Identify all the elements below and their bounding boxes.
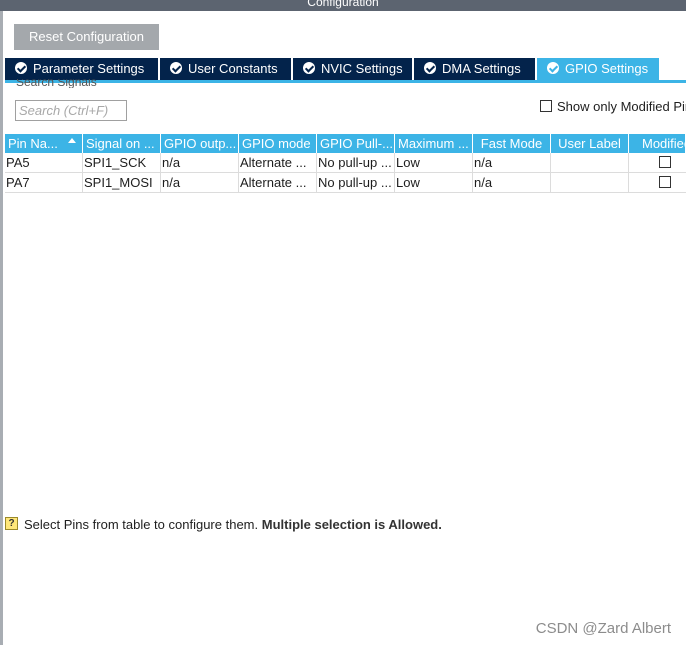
configuration-panel: Configuration Reset Configuration Parame… (0, 0, 686, 645)
column-header-label: Maximum ... (398, 136, 469, 151)
column-header-modified[interactable]: Modified (629, 134, 686, 153)
search-input[interactable] (15, 100, 127, 121)
modified-checkbox[interactable] (659, 176, 671, 188)
search-label: Search Signals (16, 79, 97, 88)
cell-gpio-output: n/a (161, 173, 239, 193)
check-circle-icon (170, 62, 182, 74)
show-modified-label: Show only Modified Pin (557, 99, 686, 114)
column-header-label: GPIO Pull-... (320, 136, 393, 151)
cell-fast-mode: n/a (473, 173, 551, 193)
window-border (0, 0, 3, 645)
show-modified-checkbox[interactable] (540, 99, 552, 112)
check-circle-icon (303, 62, 315, 74)
tab-label: NVIC Settings (321, 61, 403, 76)
cell-gpio-pull: No pull-up ... (317, 153, 395, 173)
title-bar: Configuration (0, 0, 686, 11)
table-row[interactable]: PA5 SPI1_SCK n/a Alternate ... No pull-u… (5, 153, 686, 173)
column-header-label: Signal on ... (86, 136, 155, 151)
column-header-gpio-mode[interactable]: GPIO mode (239, 134, 317, 153)
cell-maximum-speed: Low (395, 173, 473, 193)
tab-parameter-settings[interactable]: Parameter Settings (5, 58, 158, 80)
cell-user-label[interactable] (551, 153, 629, 173)
table-header: Pin Na... Signal on ... GPIO outp... GPI… (5, 134, 686, 153)
cell-maximum-speed: Low (395, 153, 473, 173)
cell-gpio-mode: Alternate ... (239, 153, 317, 173)
column-header-label: User Label (558, 136, 621, 151)
cell-signal: SPI1_SCK (83, 153, 161, 173)
column-header-fast-mode[interactable]: Fast Mode (473, 134, 551, 153)
column-header-maximum[interactable]: Maximum ... (395, 134, 473, 153)
check-circle-icon (547, 62, 559, 74)
column-header-label: Modified (642, 136, 685, 151)
cell-gpio-pull: No pull-up ... (317, 173, 395, 193)
cell-signal: SPI1_MOSI (83, 173, 161, 193)
hint-text: Select Pins from table to configure them… (24, 517, 259, 532)
hint-emphasis: Multiple selection is Allowed. (261, 517, 442, 532)
check-circle-icon (424, 62, 436, 74)
cell-gpio-mode: Alternate ... (239, 173, 317, 193)
sort-ascending-icon (68, 138, 76, 143)
cell-pin-name: PA5 (5, 153, 83, 173)
hint-message: ? Select Pins from table to configure the… (5, 516, 442, 534)
modified-checkbox[interactable] (659, 156, 671, 168)
column-header-gpio-output[interactable]: GPIO outp... (161, 134, 239, 153)
cell-fast-mode: n/a (473, 153, 551, 173)
column-header-pin-name[interactable]: Pin Na... (5, 134, 83, 153)
watermark: CSDN @Zard Albert (535, 620, 671, 637)
cell-modified (629, 153, 686, 173)
table-row[interactable]: PA7 SPI1_MOSI n/a Alternate ... No pull-… (5, 173, 686, 193)
tab-label: DMA Settings (442, 61, 521, 76)
cell-modified (629, 173, 686, 193)
help-icon: ? (5, 517, 18, 531)
column-header-label: Pin Na... (8, 136, 58, 151)
column-header-label: GPIO mode (242, 136, 311, 151)
window-title: Configuration (307, 0, 379, 9)
reset-configuration-button[interactable]: Reset Configuration (14, 24, 159, 50)
tab-underline (5, 80, 686, 83)
cell-gpio-output: n/a (161, 153, 239, 173)
tab-dma-settings[interactable]: DMA Settings (414, 58, 535, 80)
tab-label: GPIO Settings (565, 61, 649, 76)
tab-nvic-settings[interactable]: NVIC Settings (293, 58, 412, 80)
column-header-signal[interactable]: Signal on ... (83, 134, 161, 153)
tab-gpio-settings[interactable]: GPIO Settings (537, 58, 659, 80)
column-header-label: GPIO outp... (164, 136, 237, 151)
check-circle-icon (15, 62, 27, 74)
column-header-gpio-pull[interactable]: GPIO Pull-... (317, 134, 395, 153)
column-header-user-label[interactable]: User Label (551, 134, 629, 153)
cell-pin-name: PA7 (5, 173, 83, 193)
cell-user-label[interactable] (551, 173, 629, 193)
show-modified-toggle[interactable]: Show only Modified Pin (540, 99, 686, 115)
tab-bar: Parameter Settings User Constants NVIC S… (5, 58, 686, 80)
tab-label: User Constants (188, 61, 278, 76)
tab-user-constants[interactable]: User Constants (160, 58, 291, 80)
tab-label: Parameter Settings (33, 61, 145, 76)
column-header-label: Fast Mode (480, 136, 543, 151)
